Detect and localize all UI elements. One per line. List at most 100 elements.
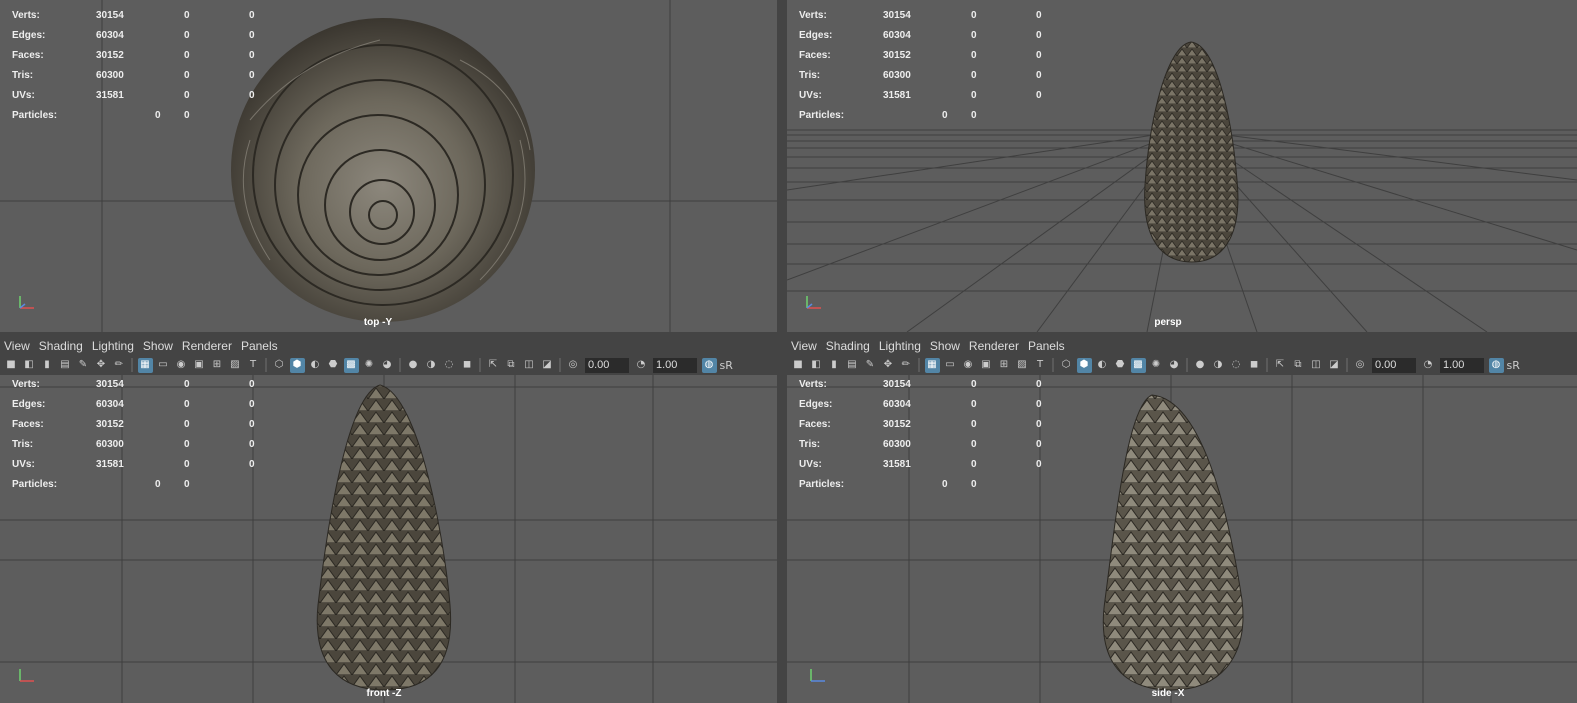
film-gate-icon[interactable]: ▭ [156, 358, 171, 373]
viewport-pane-top[interactable]: Verts: 30154 0 0 Edges: 60304 0 0 Faces: 30152 0… [0, 0, 777, 332]
pan-zoom-icon[interactable]: ✥ [881, 358, 896, 373]
image-plane-icon[interactable]: ▤ [58, 358, 73, 373]
menu-panels[interactable]: Panels [237, 339, 283, 353]
exposure-field[interactable]: 0.00 [585, 357, 629, 373]
camera-label-front: front -Z [366, 688, 402, 699]
color-management-icon[interactable]: ◍ [1488, 357, 1504, 373]
textured-icon[interactable]: ▩ [1130, 357, 1146, 373]
light-icon[interactable]: ✺ [362, 358, 377, 373]
menu-panels[interactable]: Panels [1024, 339, 1070, 353]
gamma-field[interactable]: 1.00 [1440, 357, 1484, 373]
camera-attributes-icon[interactable]: ◧ [809, 358, 824, 373]
gate-mask-icon[interactable]: ▣ [192, 358, 207, 373]
shadows-icon[interactable]: ◕ [380, 358, 395, 373]
xray-joints-icon[interactable]: ◪ [540, 358, 555, 373]
camera-label-top: top -Y [363, 317, 393, 328]
camera-icon[interactable]: ■ [791, 358, 806, 373]
pencil-icon[interactable]: ✏ [899, 358, 914, 373]
viewport-side[interactable]: Verts: 30154 0 0 Edges: 60304 0 0 Faces: 30152 0… [787, 375, 1577, 703]
camera-attributes-icon[interactable]: ◧ [22, 358, 37, 373]
menu-shading[interactable]: Shading [35, 339, 88, 353]
menu-lighting[interactable]: Lighting [88, 339, 139, 353]
select-camera-icon[interactable]: ⇱ [1273, 358, 1288, 373]
screen-space-ao-icon[interactable]: ● [1193, 358, 1208, 373]
panel-menubar: View Shading Lighting Show Renderer Pane… [0, 337, 777, 355]
gamma-icon[interactable]: ◔ [1421, 358, 1436, 373]
hud-stats: Verts: 30154 0 0 Edges: 60304 0 0 Faces: 30152 0… [799, 10, 1042, 121]
viewport-persp[interactable]: Verts: 30154 0 0 Edges: 60304 0 0 Faces: 30152 0… [787, 0, 1577, 332]
pan-zoom-icon[interactable]: ✥ [94, 358, 109, 373]
menu-show[interactable]: Show [926, 339, 965, 353]
hud-stats: Verts: 30154 0 0 Edges: 60304 0 0 Faces: 30152 0… [12, 379, 255, 490]
hud-stats: Verts: 30154 0 0 Edges: 60304 0 0 Faces: 30152 0… [12, 10, 255, 121]
textured-icon[interactable]: ▩ [343, 357, 359, 373]
grid-icon[interactable]: ▦ [137, 357, 153, 373]
safe-action-icon[interactable]: ▨ [1015, 358, 1030, 373]
multisample-aa-icon[interactable]: ◌ [1229, 358, 1244, 373]
exposure-icon[interactable]: ◎ [1353, 358, 1368, 373]
depth-of-field-icon[interactable]: ◼ [460, 358, 475, 373]
viewport-pane-side[interactable]: View Shading Lighting Show Renderer Pane… [787, 337, 1577, 703]
grease-pencil-icon[interactable]: ✎ [863, 358, 878, 373]
light-icon[interactable]: ✺ [1149, 358, 1164, 373]
hud-stats: Verts: 30154 0 0 Edges: 60304 0 0 Faces: 30152 0… [799, 379, 1042, 490]
bookmark-icon[interactable]: ▮ [827, 358, 842, 373]
xray-joints-icon[interactable]: ◪ [1327, 358, 1342, 373]
gate-mask-icon[interactable]: ▣ [979, 358, 994, 373]
multisample-aa-icon[interactable]: ◌ [442, 358, 457, 373]
menu-lighting[interactable]: Lighting [875, 339, 926, 353]
xray-icon[interactable]: ◫ [522, 358, 537, 373]
screen-space-ao-icon[interactable]: ● [406, 358, 421, 373]
wireframe-icon[interactable]: ⬡ [272, 358, 287, 373]
xray-icon[interactable]: ◫ [1309, 358, 1324, 373]
axis-gizmo-icon [810, 669, 825, 682]
smooth-shade-icon[interactable]: ⬢ [1076, 357, 1092, 373]
select-camera-icon[interactable]: ⇱ [486, 358, 501, 373]
viewport-pane-front[interactable]: View Shading Lighting Show Renderer Pane… [0, 337, 777, 703]
wireframe-icon[interactable]: ⬡ [1059, 358, 1074, 373]
exposure-icon[interactable]: ◎ [566, 358, 581, 373]
vertical-splitter[interactable] [777, 0, 787, 703]
viewport-front[interactable]: Verts: 30154 0 0 Edges: 60304 0 0 Faces: 30152 0… [0, 375, 777, 703]
color-management-icon[interactable]: ◍ [701, 357, 717, 373]
horizontal-splitter[interactable] [0, 332, 1577, 337]
motion-blur-icon[interactable]: ◑ [424, 358, 439, 373]
image-plane-icon[interactable]: ▤ [845, 358, 860, 373]
bookmark-icon[interactable]: ▮ [40, 358, 55, 373]
grease-pencil-icon[interactable]: ✎ [76, 358, 91, 373]
menu-shading[interactable]: Shading [822, 339, 875, 353]
menu-renderer[interactable]: Renderer [178, 339, 237, 353]
shadows-icon[interactable]: ◕ [1167, 358, 1182, 373]
viewport-pane-persp[interactable]: Verts: 30154 0 0 Edges: 60304 0 0 Faces: 30152 0… [787, 0, 1577, 332]
field-chart-icon[interactable]: ⊞ [997, 358, 1012, 373]
menu-renderer[interactable]: Renderer [965, 339, 1024, 353]
isolate-icon[interactable]: ⧉ [504, 358, 519, 373]
smooth-shade-icon[interactable]: ⬢ [289, 357, 305, 373]
pencil-icon[interactable]: ✏ [112, 358, 127, 373]
gamma-field[interactable]: 1.00 [653, 357, 697, 373]
color-space-label[interactable]: sR [1507, 358, 1520, 373]
default-material-icon[interactable]: ⬣ [326, 358, 341, 373]
viewport-top[interactable]: Verts: 30154 0 0 Edges: 60304 0 0 Faces: 30152 0… [0, 0, 777, 332]
isolate-icon[interactable]: ⧉ [1291, 358, 1306, 373]
wireframe-on-shaded-icon[interactable]: ◐ [308, 358, 323, 373]
film-gate-icon[interactable]: ▭ [943, 358, 958, 373]
resolution-gate-icon[interactable]: ◉ [961, 358, 976, 373]
safe-title-icon[interactable]: T [246, 358, 261, 373]
default-material-icon[interactable]: ⬣ [1113, 358, 1128, 373]
menu-view[interactable]: View [787, 339, 822, 353]
depth-of-field-icon[interactable]: ◼ [1247, 358, 1262, 373]
wireframe-on-shaded-icon[interactable]: ◐ [1095, 358, 1110, 373]
grid-icon[interactable]: ▦ [924, 357, 940, 373]
safe-title-icon[interactable]: T [1033, 358, 1048, 373]
field-chart-icon[interactable]: ⊞ [210, 358, 225, 373]
resolution-gate-icon[interactable]: ◉ [174, 358, 189, 373]
exposure-field[interactable]: 0.00 [1372, 357, 1416, 373]
motion-blur-icon[interactable]: ◑ [1211, 358, 1226, 373]
menu-show[interactable]: Show [139, 339, 178, 353]
safe-action-icon[interactable]: ▨ [228, 358, 243, 373]
gamma-icon[interactable]: ◔ [634, 358, 649, 373]
menu-view[interactable]: View [0, 339, 35, 353]
camera-icon[interactable]: ■ [4, 358, 19, 373]
color-space-label[interactable]: sR [720, 358, 733, 373]
